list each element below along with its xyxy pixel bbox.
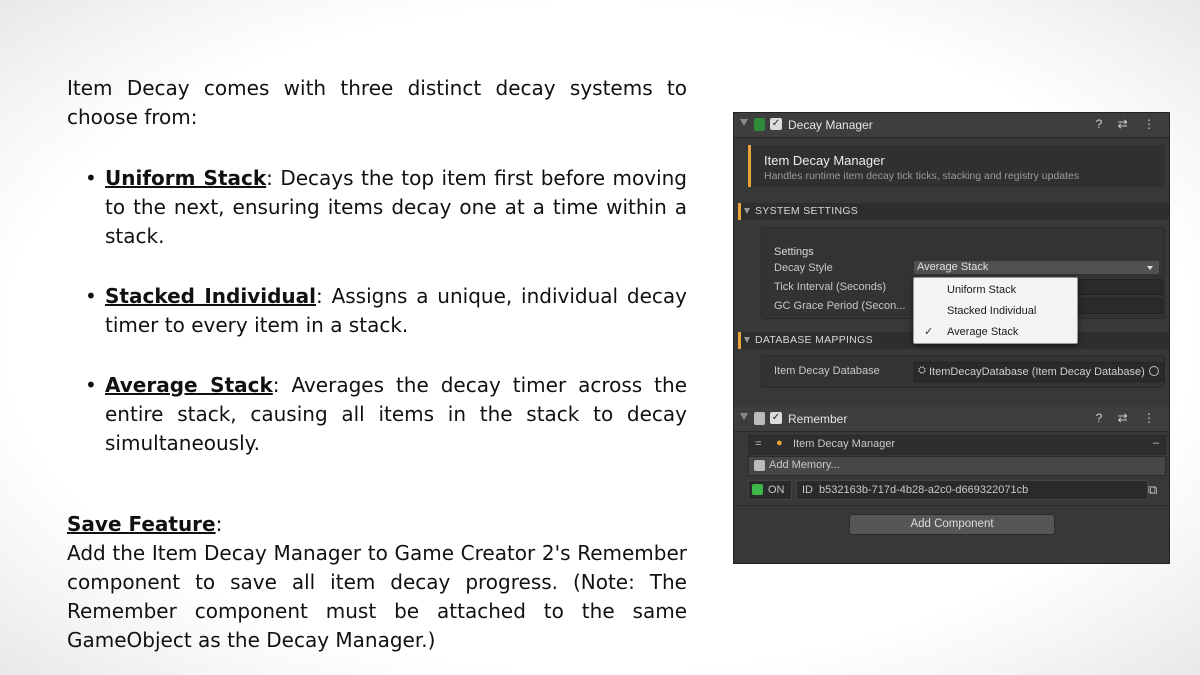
bulb-icon: ● <box>776 437 783 449</box>
section-fold-icon[interactable] <box>744 337 750 343</box>
on-toggle[interactable]: ON <box>748 480 792 500</box>
add-memory-label: Add Memory... <box>769 459 840 471</box>
id-field[interactable]: ID b532163b-717d-4b28-a2c0-d669322071cb <box>796 480 1148 500</box>
option-uniform-stack[interactable]: Uniform Stack <box>947 284 1016 296</box>
header-menu-icons[interactable]: ? ⇄ ⋮ <box>1096 411 1161 425</box>
dropdown-arrow-icon <box>1147 266 1153 270</box>
enabled-checkbox[interactable]: ✓ <box>770 118 782 130</box>
system-settings-section[interactable]: SYSTEM SETTINGS <box>738 203 1169 220</box>
term-stacked-individual: Stacked Individual <box>105 284 317 308</box>
tick-interval-field[interactable] <box>1077 279 1163 295</box>
gc-grace-label: GC Grace Period (Secon... <box>774 300 906 312</box>
card-title: Item Decay Manager <box>764 153 885 168</box>
settings-group-title: Settings <box>774 246 814 258</box>
decay-systems-list: • Uniform Stack: Decays the top item firs… <box>67 164 687 458</box>
term-uniform-stack: Uniform Stack <box>105 166 267 190</box>
tick-interval-label: Tick Interval (Seconds) <box>774 281 887 293</box>
decay-style-dropdown[interactable]: Average Stack <box>914 261 1159 274</box>
gc-grace-field[interactable] <box>1077 298 1163 314</box>
section-accent-bar <box>738 332 741 349</box>
save-feature-block: Save Feature: Add the Item Decay Manager… <box>67 510 687 655</box>
checkmark-icon: ✓ <box>924 326 934 338</box>
id-label: ID <box>802 484 813 496</box>
save-feature-colon: : <box>215 512 223 536</box>
section-accent-bar <box>738 203 741 220</box>
id-value: b532163b-717d-4b28-a2c0-d669322071cb <box>819 484 1029 496</box>
item-decay-database-label: Item Decay Database <box>774 365 880 377</box>
component-title: Remember <box>788 412 848 426</box>
list-item-stacked-individual: • Stacked Individual: Assigns a unique, i… <box>67 282 687 340</box>
foldout-arrow-icon[interactable] <box>740 119 748 126</box>
divider <box>734 505 1169 506</box>
option-average-stack[interactable]: Average Stack <box>947 326 1018 338</box>
bullet: • <box>85 166 97 190</box>
document-text: Item Decay comes with three distinct dec… <box>67 74 687 655</box>
section-label: DATABASE MAPPINGS <box>755 334 873 346</box>
intro-paragraph: Item Decay comes with three distinct dec… <box>67 76 687 129</box>
foldout-arrow-icon[interactable] <box>740 413 748 420</box>
asset-icon: ⛭ <box>918 365 926 376</box>
script-icon <box>754 118 765 131</box>
database-value: ItemDecayDatabase (Item Decay Database) <box>929 366 1145 378</box>
decay-style-label: Decay Style <box>774 262 833 274</box>
term-average-stack: Average Stack <box>105 373 273 397</box>
component-title: Decay Manager <box>788 118 873 132</box>
info-card: Item Decay Manager Handles runtime item … <box>748 145 1165 187</box>
object-picker-icon[interactable] <box>1149 366 1159 376</box>
remove-memory-button[interactable]: – <box>1153 437 1159 449</box>
add-memory-button[interactable]: Add Memory... <box>748 456 1166 476</box>
memory-row[interactable]: = ● Item Decay Manager – <box>748 435 1166 455</box>
save-feature-title: Save Feature <box>67 512 216 536</box>
decay-style-popup: Uniform Stack Stacked Individual ✓ Avera… <box>913 277 1078 344</box>
list-item-average-stack: • Average Stack: Averages the decay timer… <box>67 371 687 458</box>
on-label: ON <box>768 484 785 496</box>
copy-icon[interactable]: ⧉ <box>1148 482 1157 498</box>
drag-handle-icon[interactable]: = <box>755 438 761 450</box>
bullet: • <box>85 373 97 397</box>
remember-header[interactable]: ✓ Remember ? ⇄ ⋮ <box>734 407 1169 432</box>
header-menu-icons[interactable]: ? ⇄ ⋮ <box>1096 117 1161 131</box>
option-stacked-individual[interactable]: Stacked Individual <box>947 305 1036 317</box>
id-row: ON ID b532163b-717d-4b28-a2c0-d669322071… <box>748 480 1164 500</box>
save-icon <box>754 460 765 471</box>
card-subtitle: Handles runtime item decay tick ticks, s… <box>764 170 1080 182</box>
add-component-button[interactable]: Add Component <box>849 514 1055 535</box>
memory-name: Item Decay Manager <box>793 438 896 450</box>
section-label: SYSTEM SETTINGS <box>755 205 859 217</box>
enabled-checkbox[interactable]: ✓ <box>770 412 782 424</box>
section-fold-icon[interactable] <box>744 208 750 214</box>
bullet: • <box>85 284 97 308</box>
decay-manager-header[interactable]: ✓ Decay Manager ? ⇄ ⋮ <box>734 113 1169 138</box>
save-icon <box>752 484 763 495</box>
inspector-panel: ✓ Decay Manager ? ⇄ ⋮ Item Decay Manager… <box>733 112 1170 564</box>
list-item-uniform-stack: • Uniform Stack: Decays the top item firs… <box>67 164 687 251</box>
decay-style-value: Average Stack <box>917 261 989 273</box>
save-icon <box>754 412 765 425</box>
save-feature-body: Add the Item Decay Manager to Game Creat… <box>67 541 687 652</box>
item-decay-database-field[interactable]: ⛭ ItemDecayDatabase (Item Decay Database… <box>914 362 1164 382</box>
